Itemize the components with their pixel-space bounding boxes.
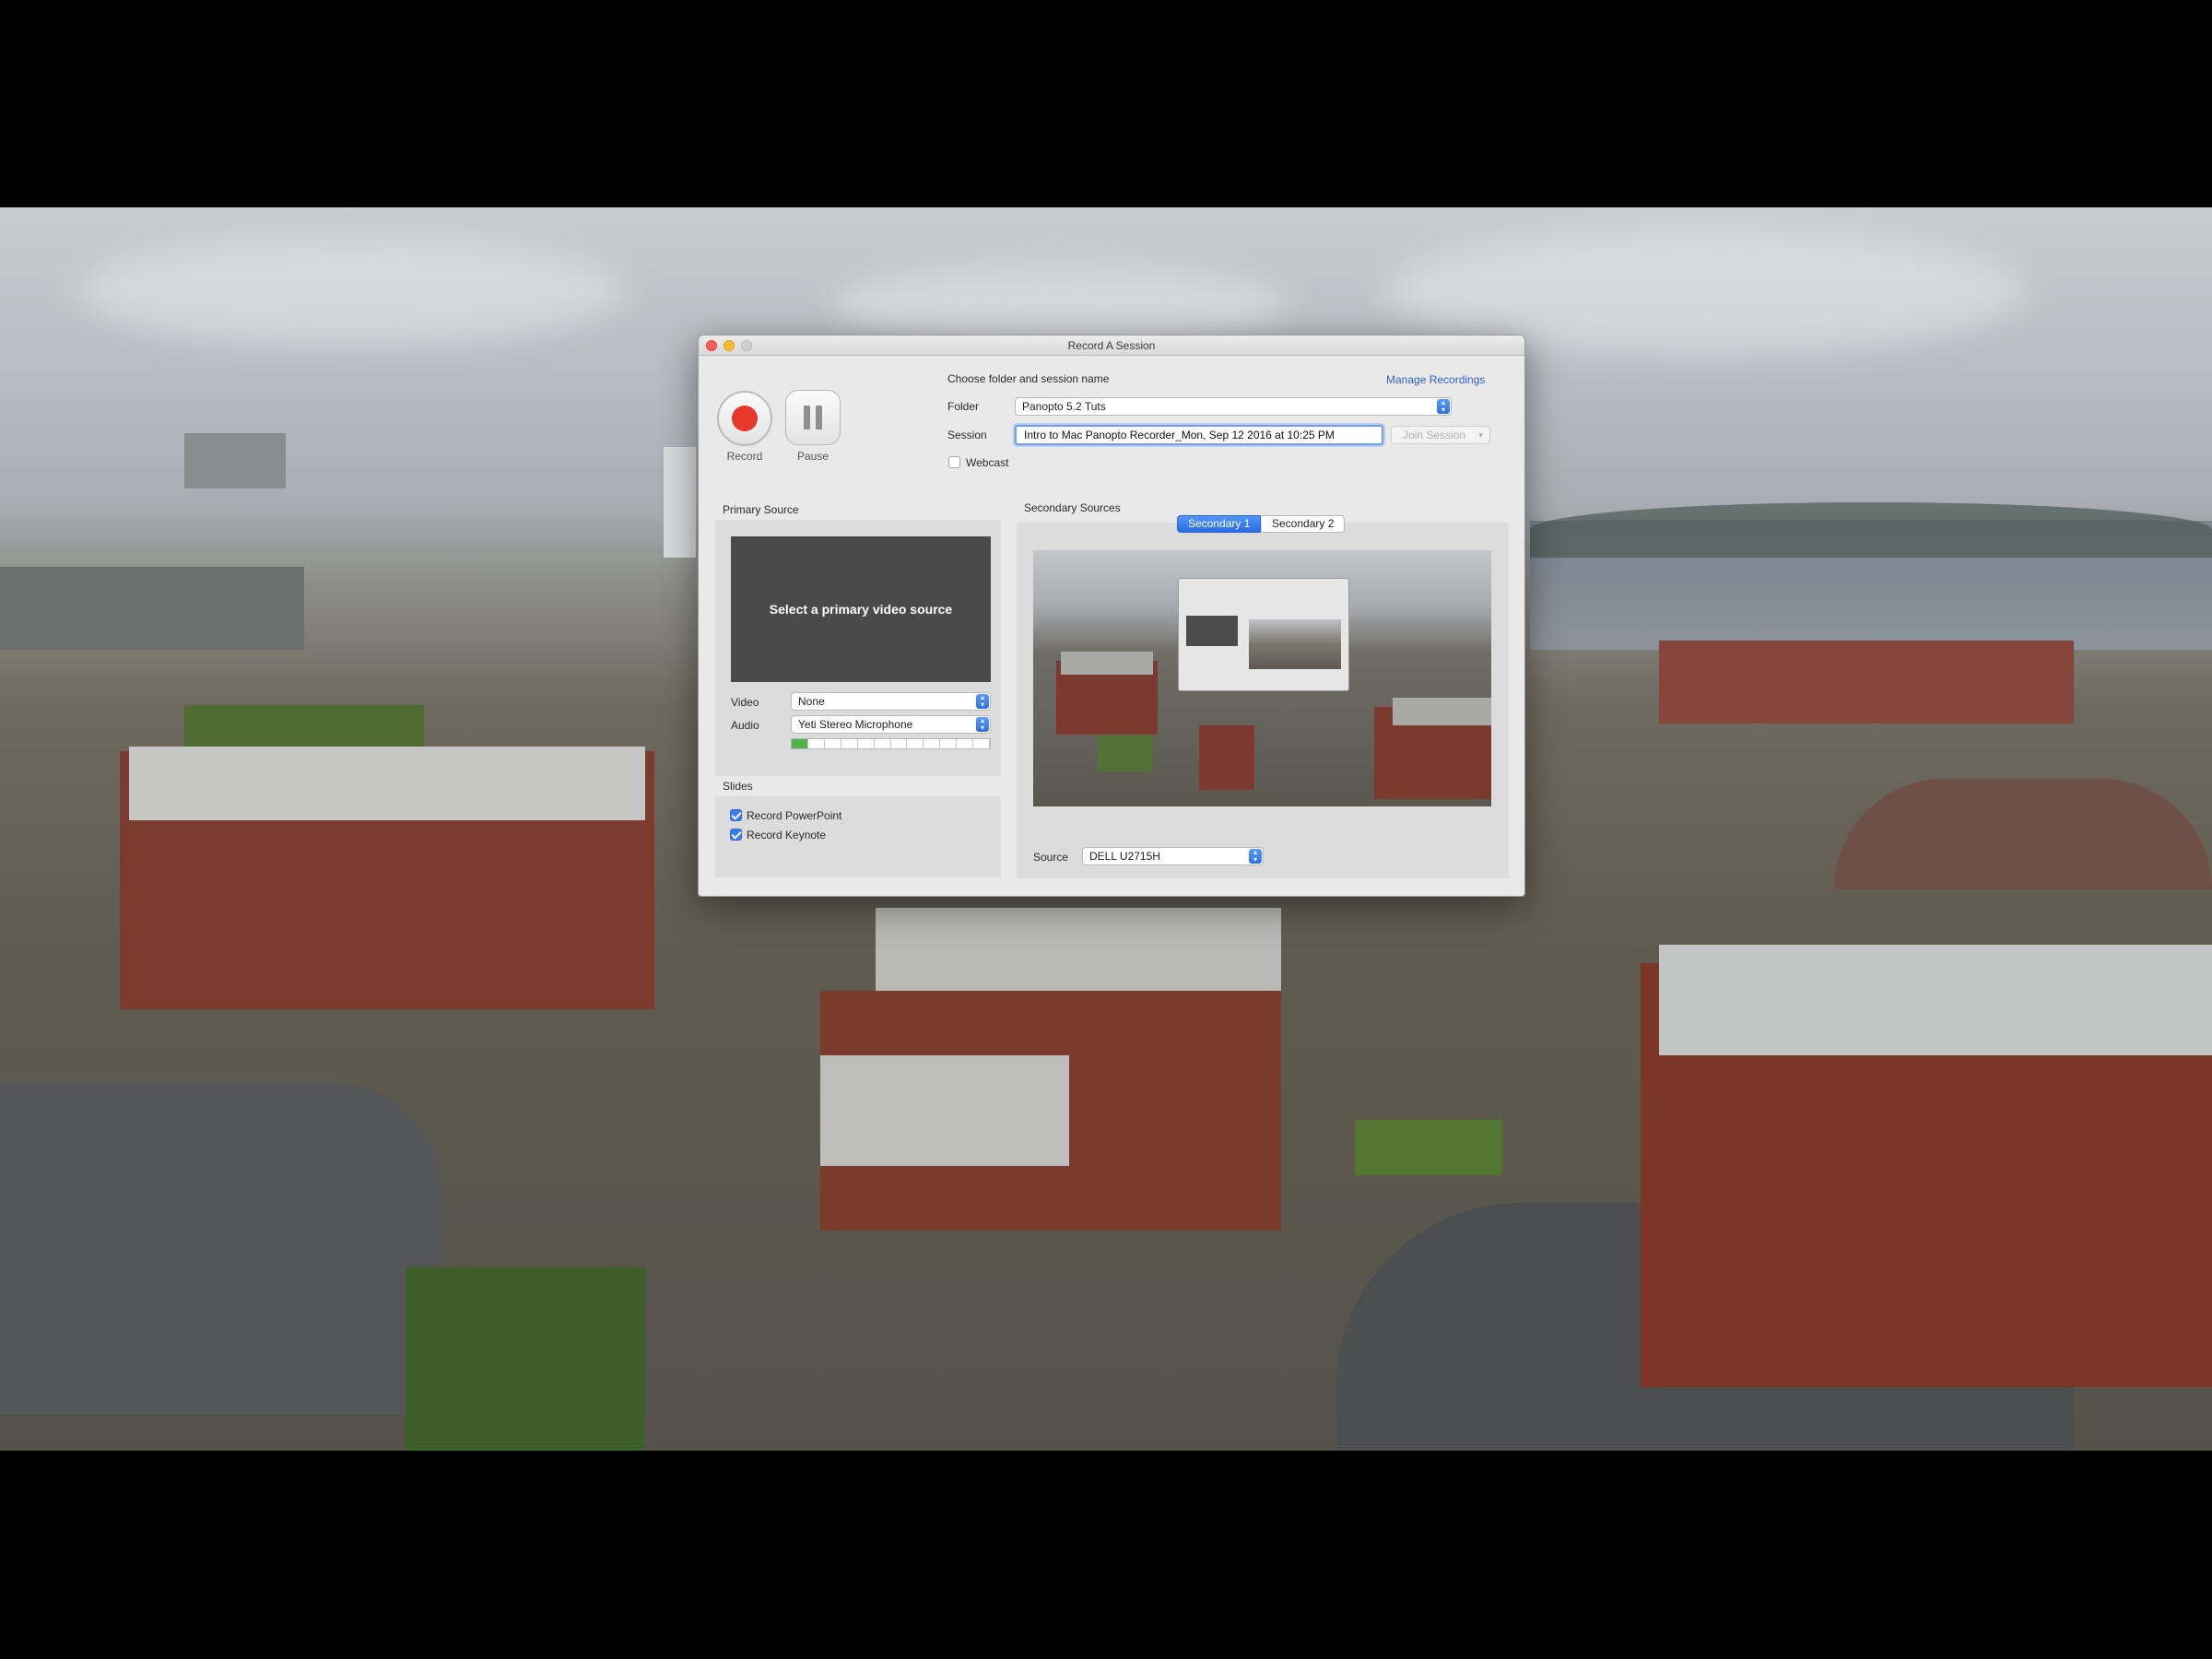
preview-roof bbox=[1393, 698, 1491, 725]
folder-label: Folder bbox=[947, 400, 980, 413]
video-label: Video bbox=[731, 696, 759, 709]
webcast-checkbox[interactable] bbox=[948, 456, 960, 468]
preview-roof bbox=[1061, 652, 1153, 675]
folder-select[interactable]: Panopto 5.2 Tuts ▴ ▾ bbox=[1015, 397, 1452, 416]
preview-nested-dark-box bbox=[1186, 616, 1238, 646]
session-setup-heading: Choose folder and session name bbox=[947, 372, 1110, 385]
secondary-sources-heading: Secondary Sources bbox=[1024, 501, 1121, 514]
audio-level-meter bbox=[791, 738, 991, 749]
tab-secondary-2[interactable]: Secondary 2 bbox=[1262, 515, 1346, 533]
pause-button[interactable] bbox=[785, 390, 841, 445]
wallpaper-building bbox=[0, 567, 304, 650]
window-minimize-button[interactable] bbox=[724, 340, 735, 351]
session-name-value: Intro to Mac Panopto Recorder_Mon, Sep 1… bbox=[1024, 429, 1335, 441]
select-stepper-icon: ▴ ▾ bbox=[1437, 399, 1450, 414]
preview-building bbox=[1199, 725, 1254, 790]
wallpaper-building bbox=[184, 433, 286, 488]
slides-heading: Slides bbox=[723, 780, 753, 793]
video-source-value: None bbox=[798, 695, 825, 708]
audio-level-segment bbox=[875, 739, 891, 748]
manage-recordings-link[interactable]: Manage Recordings bbox=[1386, 373, 1485, 386]
record-powerpoint-label: Record PowerPoint bbox=[747, 809, 842, 822]
preview-nested-image bbox=[1249, 619, 1341, 669]
chevron-down-icon: ▾ bbox=[1478, 430, 1483, 440]
record-dot-icon bbox=[732, 406, 758, 431]
record-keynote-checkbox[interactable] bbox=[730, 829, 742, 841]
session-name-input[interactable]: Intro to Mac Panopto Recorder_Mon, Sep 1… bbox=[1015, 425, 1383, 445]
join-session-button[interactable]: Join Session ▾ bbox=[1391, 426, 1490, 444]
audio-level-segment bbox=[808, 739, 825, 748]
video-source-select[interactable]: None ▴ ▾ bbox=[791, 692, 991, 711]
tab-secondary-1[interactable]: Secondary 1 bbox=[1177, 515, 1262, 533]
primary-source-heading: Primary Source bbox=[723, 503, 799, 516]
preview-nested-window bbox=[1178, 578, 1349, 691]
pause-label: Pause bbox=[796, 450, 830, 463]
audio-level-segment bbox=[907, 739, 924, 748]
secondary-source-value: DELL U2715H bbox=[1089, 850, 1160, 863]
record-session-window: Record A Session Record Pause Choose fol… bbox=[698, 335, 1525, 897]
wallpaper-roof bbox=[820, 1055, 1069, 1166]
wallpaper-roof bbox=[129, 747, 645, 820]
wallpaper-roof bbox=[1659, 945, 2212, 1055]
primary-video-preview: Select a primary video source bbox=[731, 536, 991, 682]
webcast-label: Webcast bbox=[966, 456, 1009, 469]
audio-label: Audio bbox=[731, 719, 759, 732]
audio-source-value: Yeti Stereo Microphone bbox=[798, 718, 913, 731]
audio-level-segment bbox=[825, 739, 841, 748]
record-button[interactable] bbox=[717, 391, 772, 446]
wallpaper-cloud bbox=[74, 235, 627, 346]
source-label: Source bbox=[1033, 851, 1069, 864]
wallpaper-hillside bbox=[1530, 502, 2212, 558]
join-session-label: Join Session bbox=[1403, 429, 1466, 441]
wallpaper-lawn bbox=[1355, 1120, 1502, 1175]
audio-level-segment bbox=[957, 739, 974, 748]
audio-source-select[interactable]: Yeti Stereo Microphone ▴ ▾ bbox=[791, 715, 991, 734]
record-label: Record bbox=[726, 450, 763, 463]
wallpaper-cloud bbox=[830, 263, 1290, 346]
audio-level-segment bbox=[792, 739, 808, 748]
secondary-video-preview bbox=[1033, 550, 1491, 806]
window-zoom-button[interactable] bbox=[741, 340, 752, 351]
audio-level-segment bbox=[973, 739, 991, 748]
primary-preview-placeholder: Select a primary video source bbox=[769, 602, 953, 617]
secondary-source-select[interactable]: DELL U2715H ▴ ▾ bbox=[1082, 847, 1264, 865]
window-close-button[interactable] bbox=[706, 340, 717, 351]
record-powerpoint-checkbox[interactable] bbox=[730, 809, 742, 821]
audio-level-segment bbox=[924, 739, 941, 748]
wallpaper-building bbox=[1659, 641, 2074, 724]
preview-lawn bbox=[1098, 735, 1153, 771]
audio-level-segment bbox=[940, 739, 958, 748]
select-stepper-icon: ▴ ▾ bbox=[976, 717, 989, 732]
session-label: Session bbox=[947, 429, 987, 441]
wallpaper-lawn bbox=[406, 1267, 645, 1451]
window-title: Record A Session bbox=[1067, 339, 1156, 352]
wallpaper-parking-lot bbox=[0, 1083, 442, 1415]
audio-level-segment bbox=[891, 739, 908, 748]
wallpaper-building bbox=[664, 447, 696, 558]
select-stepper-icon: ▴ ▾ bbox=[976, 694, 989, 709]
select-stepper-icon: ▴ ▾ bbox=[1249, 849, 1262, 864]
wallpaper-roof bbox=[876, 908, 1281, 991]
audio-level-segment bbox=[858, 739, 875, 748]
window-titlebar[interactable]: Record A Session bbox=[699, 335, 1524, 356]
audio-level-segment bbox=[841, 739, 858, 748]
folder-select-value: Panopto 5.2 Tuts bbox=[1022, 400, 1106, 413]
record-keynote-label: Record Keynote bbox=[747, 829, 827, 841]
wallpaper-dome-roof bbox=[1834, 779, 2212, 889]
pause-icon bbox=[804, 406, 822, 429]
